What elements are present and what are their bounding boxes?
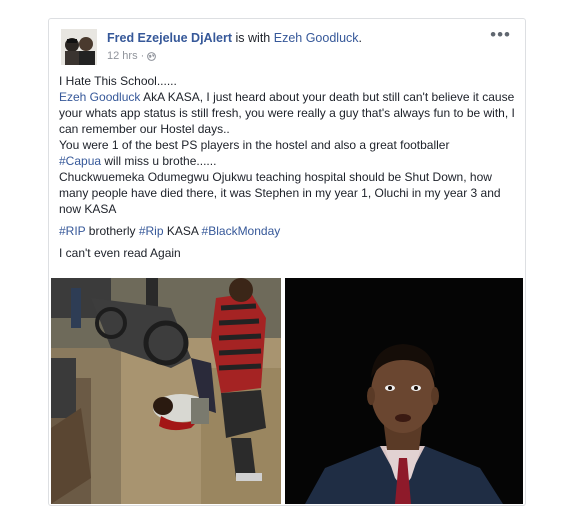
post-line-4: #Capua will miss u brothe...... [59,153,519,169]
hashtag-line: #RIP brotherly #Rip KASA #BlackMonday [59,223,519,239]
mention-link[interactable]: Ezeh Goodluck [59,90,140,104]
post-line-5: Chuckwuemeka Odumegwu Ojukwu teaching ho… [59,170,501,216]
globe-icon[interactable] [147,51,157,61]
post-header: Fred Ezejelue DjAlert is with Ezeh Goodl… [107,31,362,45]
hashtag-rip[interactable]: #RIP [59,224,85,238]
tagged-suffix: . [358,31,363,45]
post-body: I Hate This School...... Ezeh Goodluck A… [59,73,519,261]
post-line-2: Ezeh Goodluck AkA KASA, I just heard abo… [59,89,519,137]
meta-separator: · [140,50,145,62]
accident-scene-photo[interactable] [51,278,281,504]
post-line-1: I Hate This School...... [59,74,177,88]
hashtag-text-kasa: KASA [163,224,202,238]
post-card: Fred Ezejelue DjAlert is with Ezeh Goodl… [48,18,526,506]
author-name-link[interactable]: Fred Ezejelue DjAlert [107,31,232,45]
author-avatar[interactable] [61,29,97,65]
post-line-4-text: will miss u brothe...... [101,154,217,168]
post-timestamp[interactable]: 12 hrs [107,50,138,62]
tagged-friend-link[interactable]: Ezeh Goodluck [274,31,359,45]
closing-line: I can't even read Again [59,246,181,260]
with-text: is with [235,31,271,45]
hashtag-text-brotherly: brotherly [85,224,139,238]
hashtag-rip-2[interactable]: #Rip [139,224,164,238]
post-line-3: You were 1 of the best PS players in the… [59,138,450,152]
more-options-icon[interactable]: ••• [490,25,511,45]
photo-grid [50,278,524,504]
post-meta: 12 hrs · [107,50,157,62]
portrait-photo[interactable] [285,278,523,504]
hashtag-capua[interactable]: #Capua [59,154,101,168]
hashtag-blackmonday[interactable]: #BlackMonday [202,224,281,238]
